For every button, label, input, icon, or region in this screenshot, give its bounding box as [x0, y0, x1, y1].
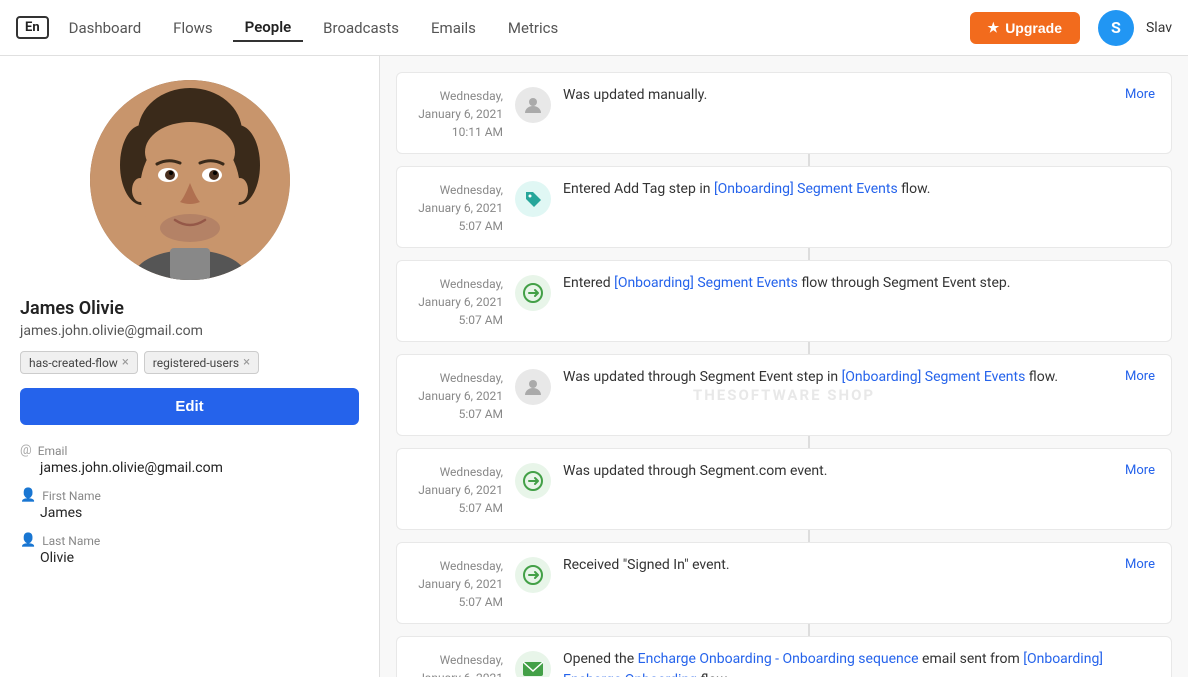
event-card-6: Wednesday,January 6, 20215:07 AM Receive… [396, 542, 1172, 624]
connector-4 [446, 436, 1172, 448]
event-time-7: Wednesday,January 6, 20214:49 AM [413, 649, 503, 677]
nav-people[interactable]: People [233, 14, 304, 42]
profile-photo-wrapper [20, 80, 359, 280]
event-icon-2 [515, 181, 551, 217]
event-more-5[interactable]: More [1125, 463, 1155, 478]
user-avatar[interactable]: S [1098, 10, 1134, 46]
top-navigation: En Dashboard Flows People Broadcasts Ema… [0, 0, 1188, 56]
avatar-svg [90, 80, 290, 280]
language-badge[interactable]: En [16, 16, 49, 39]
event-link-7a[interactable]: Encharge Onboarding - Onboarding sequenc… [638, 651, 919, 667]
event-link-3[interactable]: [Onboarding] Segment Events [614, 275, 798, 291]
nav-dashboard[interactable]: Dashboard [57, 15, 154, 41]
event-card-2: Wednesday,January 6, 20215:07 AM Entered… [396, 166, 1172, 248]
tag-has-created-flow: has-created-flow × [20, 351, 138, 374]
segment-green-icon-2 [522, 564, 544, 586]
upgrade-button[interactable]: ★ Upgrade [970, 12, 1080, 44]
firstname-field-label: First Name [42, 489, 101, 503]
event-icon-5 [515, 463, 551, 499]
event-icon-1 [515, 87, 551, 123]
email-field-section: @ Email james.john.olivie@gmail.com [20, 443, 359, 476]
event-body-3: Entered [Onboarding] Segment Events flow… [563, 273, 1155, 294]
tag-remove-has-created-flow[interactable]: × [122, 355, 129, 370]
email-field-label: Email [38, 444, 68, 458]
lastname-field-label: Last Name [42, 534, 100, 548]
event-body-4: Was updated through Segment Event step i… [563, 367, 1113, 388]
event-body-6: Received "Signed In" event. [563, 555, 1113, 576]
event-time-1: Wednesday,January 6, 202110:11 AM [413, 85, 503, 141]
event-card-3: Wednesday,January 6, 20215:07 AM Entered… [396, 260, 1172, 342]
event-card-7: Wednesday,January 6, 20214:49 AM Opened … [396, 636, 1172, 677]
event-more-6[interactable]: More [1125, 557, 1155, 572]
email-field-value: james.john.olivie@gmail.com [20, 460, 359, 476]
person-email-display: james.john.olivie@gmail.com [20, 323, 359, 339]
event-more-1[interactable]: More [1125, 87, 1155, 102]
connector-2 [446, 248, 1172, 260]
event-time-3: Wednesday,January 6, 20215:07 AM [413, 273, 503, 329]
connector-1 [446, 154, 1172, 166]
tags-row: has-created-flow × registered-users × [20, 351, 359, 374]
tag-teal-icon [523, 189, 543, 209]
person-icon-lastname: 👤 [20, 533, 36, 548]
connector-5 [446, 530, 1172, 542]
lastname-field-section: 👤 Last Name Olivie [20, 533, 359, 566]
person-gray-icon-2 [523, 377, 543, 397]
tag-label: has-created-flow [29, 356, 118, 370]
event-card-4: Wednesday,January 6, 20215:07 AM Was upd… [396, 354, 1172, 436]
event-link-4[interactable]: [Onboarding] Segment Events [842, 369, 1026, 385]
watermark: THESOFTWARE SHOP [693, 386, 875, 404]
email-icon: @ [20, 443, 32, 458]
person-icon-firstname: 👤 [20, 488, 36, 503]
event-more-4[interactable]: More [1125, 369, 1155, 384]
firstname-field-value: James [20, 505, 359, 521]
lastname-field-value: Olivie [20, 550, 359, 566]
flow-green-icon [522, 282, 544, 304]
email-green-icon [522, 661, 544, 677]
event-card-1: Wednesday,January 6, 202110:11 AM Was up… [396, 72, 1172, 154]
nav-broadcasts[interactable]: Broadcasts [311, 15, 411, 41]
event-body-7: Opened the Encharge Onboarding - Onboard… [563, 649, 1155, 677]
event-time-6: Wednesday,January 6, 20215:07 AM [413, 555, 503, 611]
event-card-5: Wednesday,January 6, 20215:07 AM Was upd… [396, 448, 1172, 530]
nav-emails[interactable]: Emails [419, 15, 488, 41]
event-icon-3 [515, 275, 551, 311]
event-time-2: Wednesday,January 6, 20215:07 AM [413, 179, 503, 235]
nav-flows[interactable]: Flows [161, 15, 225, 41]
firstname-field-section: 👤 First Name James [20, 488, 359, 521]
tag-registered-users: registered-users × [144, 351, 259, 374]
connector-3 [446, 342, 1172, 354]
event-icon-7 [515, 651, 551, 677]
profile-photo [90, 80, 290, 280]
star-icon: ★ [988, 20, 1000, 36]
event-link-2[interactable]: [Onboarding] Segment Events [714, 181, 898, 197]
activity-feed: Wednesday,January 6, 202110:11 AM Was up… [380, 56, 1188, 677]
event-body-1: Was updated manually. [563, 85, 1113, 106]
event-body-2: Entered Add Tag step in [Onboarding] Seg… [563, 179, 1155, 200]
connector-6 [446, 624, 1172, 636]
edit-button[interactable]: Edit [20, 388, 359, 425]
event-time-5: Wednesday,January 6, 20215:07 AM [413, 461, 503, 517]
tag-remove-registered-users[interactable]: × [243, 355, 250, 370]
event-time-4: Wednesday,January 6, 20215:07 AM [413, 367, 503, 423]
main-layout: James Olivie james.john.olivie@gmail.com… [0, 56, 1188, 677]
person-sidebar: James Olivie james.john.olivie@gmail.com… [0, 56, 380, 677]
user-name: Slav [1146, 20, 1172, 36]
segment-green-icon [522, 470, 544, 492]
event-icon-6 [515, 557, 551, 593]
event-icon-4 [515, 369, 551, 405]
tag-label: registered-users [153, 356, 239, 370]
nav-metrics[interactable]: Metrics [496, 15, 570, 41]
event-body-5: Was updated through Segment.com event. [563, 461, 1113, 482]
person-gray-icon [523, 95, 543, 115]
person-name: James Olivie [20, 298, 359, 319]
